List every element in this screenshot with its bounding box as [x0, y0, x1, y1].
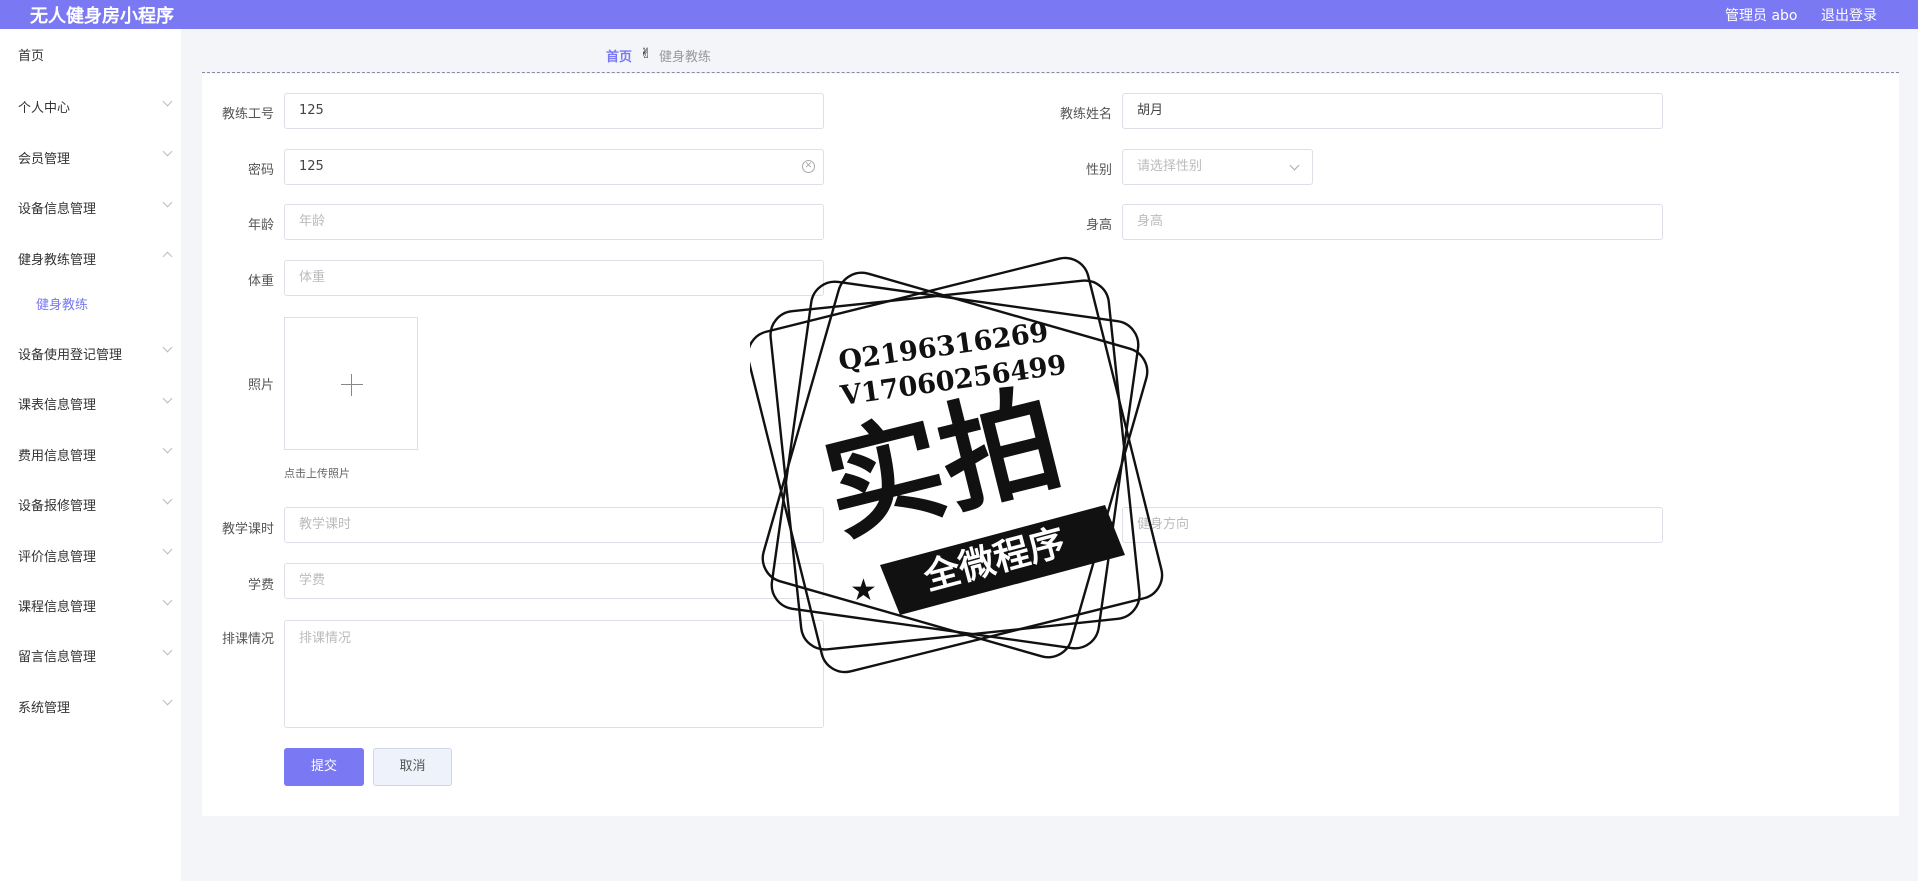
cancel-button[interactable]: 取消	[373, 748, 452, 786]
logout-link[interactable]: 退出登录	[1821, 5, 1877, 25]
password-input[interactable]: 125 ✕	[284, 149, 824, 185]
password-value: 125	[299, 159, 324, 174]
sidebar-item-fees[interactable]: 费用信息管理	[18, 445, 96, 464]
breadcrumb-current: 健身教练	[659, 50, 712, 65]
sidebar-item-repairs[interactable]: 设备报修管理	[18, 495, 96, 514]
chevron-down-icon	[162, 342, 173, 353]
hours-input[interactable]: 教学课时	[284, 507, 824, 543]
chevron-down-icon	[162, 544, 173, 555]
sidebar-item-home[interactable]: 首页	[18, 45, 44, 64]
chevron-down-icon	[162, 443, 173, 454]
weight-placeholder: 体重	[299, 270, 326, 285]
schedule-placeholder: 排课情况	[299, 631, 352, 646]
sidebar-item-equipment[interactable]: 设备信息管理	[18, 198, 96, 217]
hours-label: 教学课时	[221, 522, 274, 537]
sidebar-item-system[interactable]: 系统管理	[18, 697, 70, 716]
gender-placeholder: 请选择性别	[1137, 159, 1203, 174]
sidebar-item-messages[interactable]: 留言信息管理	[18, 646, 96, 665]
chevron-up-icon	[162, 251, 173, 262]
hours-placeholder: 教学课时	[299, 517, 352, 532]
plus-icon-vertical	[351, 374, 352, 396]
top-bar: 无人健身房小程序 管理员 abo 退出登录	[0, 0, 1918, 29]
direction-input[interactable]: 健身方向	[1122, 507, 1663, 543]
coach-name-label: 教练姓名	[1059, 107, 1112, 122]
star-icon: ★	[850, 574, 877, 607]
chevron-down-icon	[1289, 160, 1300, 171]
weight-input[interactable]: 体重	[284, 260, 824, 296]
height-label: 身高	[1085, 218, 1112, 233]
chevron-down-icon	[162, 595, 173, 606]
sidebar-item-timetable[interactable]: 课表信息管理	[18, 394, 96, 413]
photo-upload-hint: 点击上传照片	[284, 467, 350, 480]
sidebar-item-members[interactable]: 会员管理	[18, 148, 70, 167]
sidebar: 首页 个人中心 会员管理 设备信息管理 健身教练管理 健身教练 设备使用登记管理…	[0, 29, 181, 881]
coach-name-value: 胡月	[1137, 103, 1164, 118]
breadcrumb-home[interactable]: 首页	[606, 46, 632, 65]
coach-id-label: 教练工号	[221, 107, 274, 122]
height-placeholder: 身高	[1137, 214, 1164, 229]
submit-button[interactable]: 提交	[284, 748, 364, 786]
fee-label: 学费	[247, 578, 274, 593]
photo-upload-box[interactable]	[284, 317, 418, 450]
app-title: 无人健身房小程序	[30, 6, 174, 27]
chevron-down-icon	[162, 146, 173, 157]
admin-user[interactable]: 管理员 abo	[1725, 5, 1797, 25]
fee-input[interactable]: 学费	[284, 563, 824, 599]
password-label: 密码	[247, 163, 274, 178]
chevron-down-icon	[162, 494, 173, 505]
sidebar-item-personal-center[interactable]: 个人中心	[18, 97, 70, 116]
sidebar-item-coach-management[interactable]: 健身教练管理	[18, 249, 96, 268]
chevron-down-icon	[162, 393, 173, 404]
schedule-label: 排课情况	[221, 632, 274, 647]
schedule-textarea[interactable]: 排课情况	[284, 620, 824, 728]
coach-name-input[interactable]: 胡月	[1122, 93, 1663, 129]
clear-icon[interactable]: ✕	[802, 160, 815, 173]
age-placeholder: 年龄	[299, 214, 326, 229]
age-label: 年龄	[247, 218, 274, 233]
coach-id-input[interactable]: 125	[284, 93, 824, 129]
sidebar-item-reviews[interactable]: 评价信息管理	[18, 546, 96, 565]
hand-icon: ✌	[640, 46, 652, 62]
chevron-down-icon	[162, 645, 173, 656]
gender-label: 性别	[1085, 163, 1112, 178]
star-icon: ★	[1090, 509, 1117, 542]
sidebar-item-courses[interactable]: 课程信息管理	[18, 596, 96, 615]
chevron-down-icon	[162, 695, 173, 706]
gender-select[interactable]: 请选择性别	[1122, 149, 1313, 185]
height-input[interactable]: 身高	[1122, 204, 1663, 240]
sidebar-subitem-coach[interactable]: 健身教练	[36, 294, 88, 313]
divider	[202, 72, 1899, 73]
chevron-down-icon	[162, 96, 173, 107]
age-input[interactable]: 年龄	[284, 204, 824, 240]
photo-label: 照片	[247, 378, 274, 393]
plus-icon	[341, 384, 363, 385]
watermark-stamp: Q2196316269 V17060256499 实拍 全微程序 ★ ★	[750, 256, 1164, 674]
sidebar-item-equipment-usage[interactable]: 设备使用登记管理	[18, 344, 122, 363]
weight-label: 体重	[247, 274, 274, 289]
coach-id-value: 125	[299, 103, 324, 118]
chevron-down-icon	[162, 197, 173, 208]
fee-placeholder: 学费	[299, 573, 326, 588]
